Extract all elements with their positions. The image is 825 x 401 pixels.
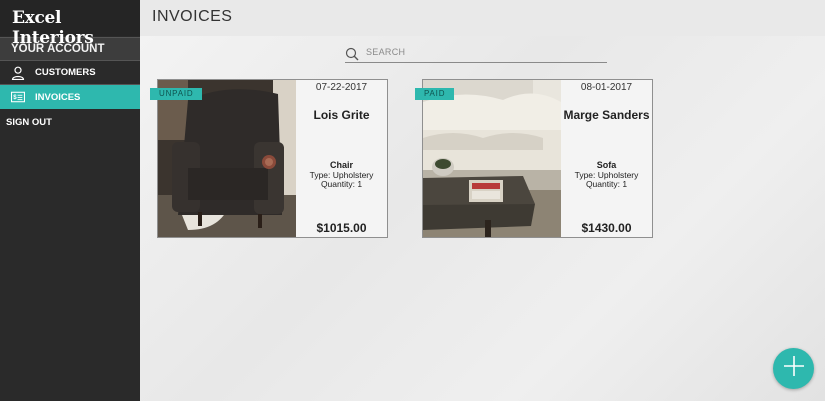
sidebar-item-invoices[interactable]: $ INVOICES <box>0 85 140 109</box>
search-input[interactable] <box>366 47 601 57</box>
status-badge: PAID <box>415 88 455 100</box>
item-quantity: Quantity: 1 <box>320 179 363 189</box>
invoice-card[interactable]: PAID 08-01-2017 Marge Sanders Sofa Type:… <box>415 79 653 238</box>
invoice-info: 08-01-2017 Marge Sanders Sofa Type: Upho… <box>561 80 652 237</box>
item-name: Sofa <box>596 160 617 170</box>
armchair-photo <box>158 80 296 237</box>
invoice-price: $1015.00 <box>316 221 367 235</box>
invoice-icon: $ <box>11 90 25 104</box>
page-title: INVOICES <box>152 8 233 25</box>
invoice-info: 07-22-2017 Lois Grite Chair Type: Uphols… <box>296 80 387 237</box>
customer-name: Marge Sanders <box>563 108 650 122</box>
sidebar-item-label: CUSTOMERS <box>35 67 96 78</box>
invoice-card[interactable]: UNPAID 07-22-2017 Lois Grite Chair Type:… <box>150 79 388 238</box>
sofa-photo <box>423 80 561 237</box>
item-quantity: Quantity: 1 <box>585 179 628 189</box>
plus-icon <box>783 355 805 382</box>
user-icon <box>11 66 25 80</box>
invoice-date: 08-01-2017 <box>580 82 633 93</box>
search-icon[interactable] <box>345 47 359 61</box>
invoice-price: $1430.00 <box>581 221 632 235</box>
sidebar-item-customers[interactable]: CUSTOMERS <box>0 61 140 85</box>
main-content: UNPAID 07-22-2017 Lois Grite Chair Type:… <box>140 36 825 401</box>
sidebar: Excel Interiors YOUR ACCOUNT CUSTOMERS $… <box>0 0 140 401</box>
add-invoice-button[interactable] <box>773 348 814 389</box>
invoice-date: 07-22-2017 <box>315 82 368 93</box>
brand-logo: Excel Interiors <box>0 0 140 48</box>
svg-text:$: $ <box>13 94 17 101</box>
sign-out-link[interactable]: SIGN OUT <box>0 109 140 128</box>
top-bar: INVOICES <box>140 0 825 36</box>
item-name: Chair <box>329 160 353 170</box>
customer-name: Lois Grite <box>313 108 370 122</box>
status-badge: UNPAID <box>150 88 203 100</box>
search-bar[interactable] <box>345 46 607 63</box>
sidebar-item-label: INVOICES <box>35 91 81 103</box>
